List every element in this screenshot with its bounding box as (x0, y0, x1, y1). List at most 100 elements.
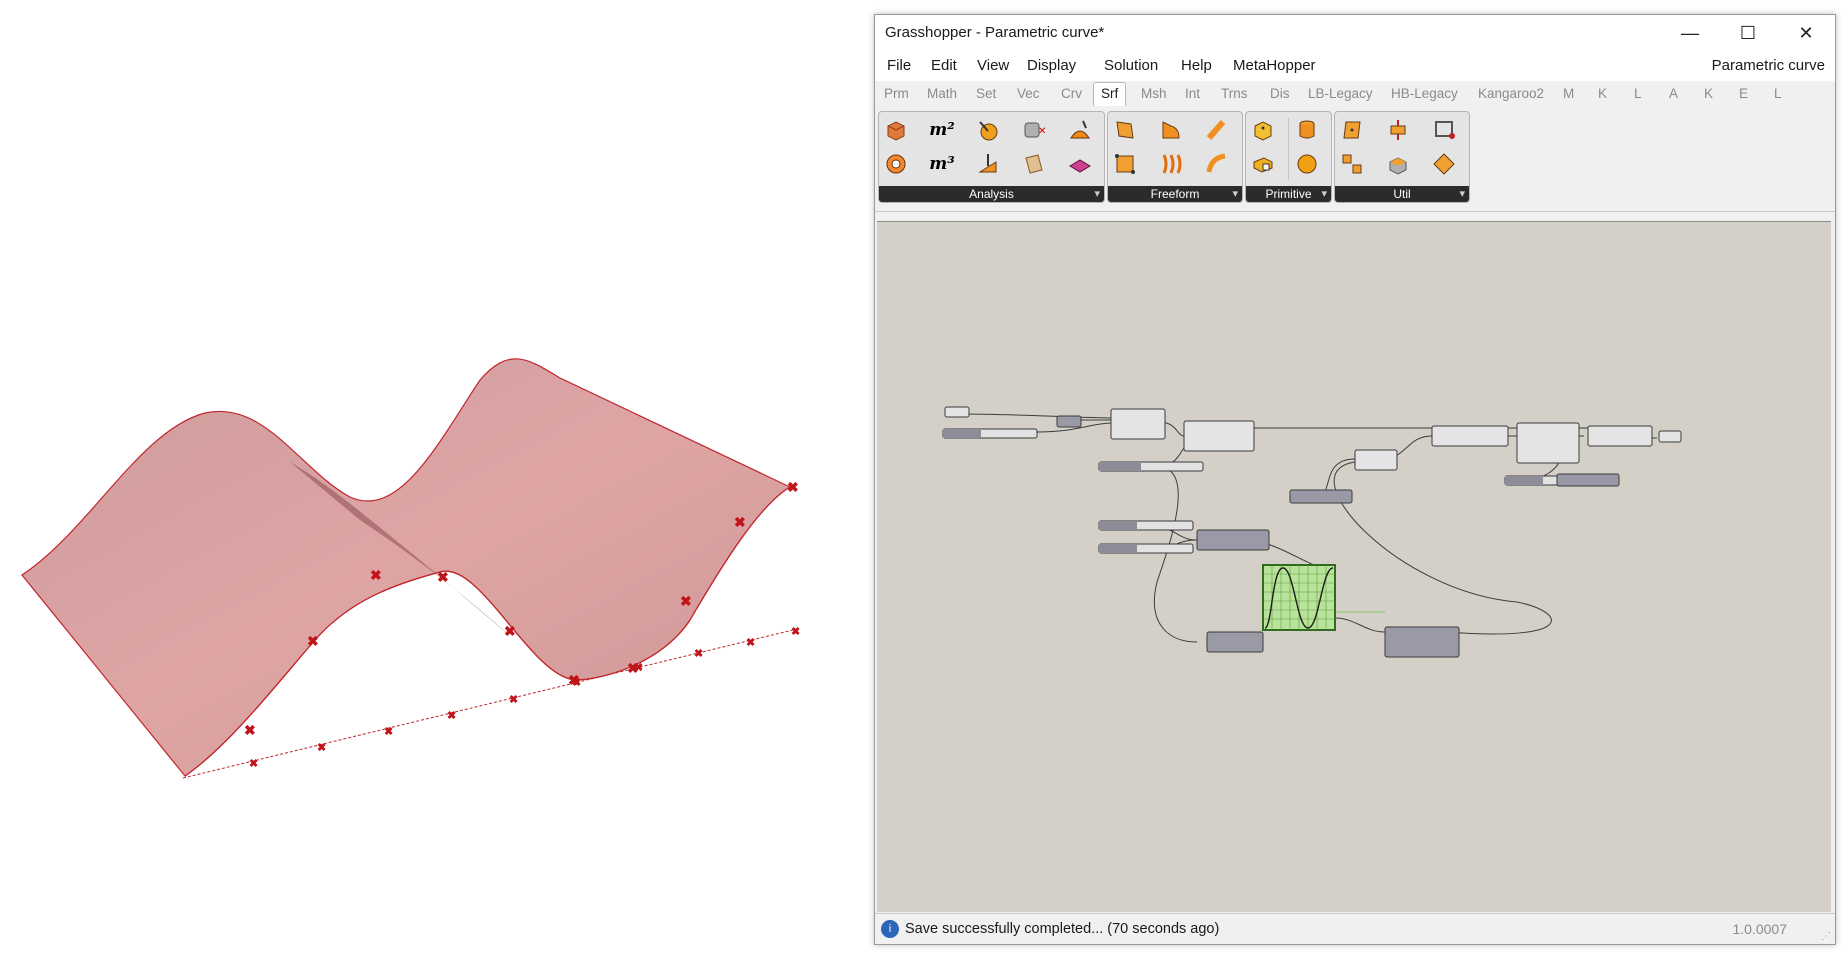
node-graph[interactable] (877, 222, 1831, 912)
box-analysis-icon[interactable] (881, 115, 911, 145)
cap-holes-icon[interactable] (1383, 149, 1413, 179)
surface-closest-point-icon[interactable] (1065, 115, 1095, 145)
number-slider-d-handle[interactable] (1099, 521, 1137, 530)
panel-small[interactable] (1056, 415, 1082, 428)
menu-solution[interactable]: Solution (1104, 57, 1158, 74)
evaluate-box-icon[interactable] (973, 115, 1003, 145)
point-marker-icon: ✖ (370, 567, 382, 583)
component-box-4[interactable] (1206, 631, 1264, 653)
resize-grip-icon[interactable]: ⋰ (1821, 931, 1831, 942)
component-box-1[interactable] (1110, 408, 1166, 440)
area-icon[interactable]: m² (927, 115, 957, 145)
component-box-7[interactable] (1431, 425, 1509, 447)
tab-kangaroo2[interactable]: Kangaroo2 (1478, 86, 1544, 101)
status-message: Save successfully completed... (70 secon… (905, 921, 1220, 937)
tab-dis[interactable]: Dis (1270, 86, 1290, 101)
wire (1153, 466, 1198, 643)
box-icon[interactable] (1248, 115, 1278, 145)
extrude-icon[interactable] (1156, 115, 1186, 145)
tab-m[interactable]: M (1563, 86, 1574, 101)
offset-surface-icon[interactable] (1383, 115, 1413, 145)
surface-frames-icon[interactable] (1337, 149, 1367, 179)
tab-msh[interactable]: Msh (1141, 86, 1167, 101)
tab-l2[interactable]: L (1774, 86, 1782, 101)
volume-icon[interactable]: m³ (927, 149, 957, 179)
loft-icon[interactable] (1156, 149, 1186, 179)
panel-primitive-expand-icon[interactable]: ▾ (1321, 187, 1327, 201)
tab-srf[interactable]: Srf (1093, 82, 1127, 106)
four-point-surface-icon[interactable] (1110, 115, 1140, 145)
rhino-viewport[interactable]: ✖ ✖ ✖ ✖ ✖ ✖ ✖ ✖ ✖ ✖ ✖ ✖ ✖ ✖ ✖ ✖ ✖ ✖ ✖ ✖ (0, 0, 870, 949)
surface-curvature-icon[interactable] (1065, 149, 1095, 179)
menu-bar: File Edit View Display Solution Help Met… (875, 51, 1835, 81)
component-box-6[interactable] (1354, 449, 1398, 471)
component-box-2[interactable] (1183, 420, 1255, 452)
retrim-icon[interactable] (1429, 115, 1459, 145)
tab-prm[interactable]: Prm (884, 86, 909, 101)
tab-k2[interactable]: K (1704, 86, 1713, 101)
tab-l[interactable]: L (1634, 86, 1642, 101)
tab-trns[interactable]: Trns (1221, 86, 1248, 101)
number-slider-f-handle[interactable] (1505, 476, 1543, 485)
cylinder-icon[interactable] (1292, 115, 1322, 145)
viewport-canvas[interactable]: ✖✖✖ ✖✖✖✖✖✖✖✖✖✖✖✖✖✖✖✖✖ (0, 0, 870, 949)
maximize-icon: ☐ (1739, 22, 1757, 43)
volume-analysis-icon[interactable] (881, 149, 911, 179)
tab-k[interactable]: K (1598, 86, 1607, 101)
grasshopper-canvas[interactable] (877, 221, 1831, 912)
surface-from-points-icon[interactable] (1110, 149, 1140, 179)
info-icon: i (881, 920, 899, 938)
panel-freeform-expand-icon[interactable]: ▾ (1232, 187, 1238, 201)
untrim-icon[interactable] (1429, 149, 1459, 179)
tab-hb-legacy[interactable]: HB-Legacy (1391, 86, 1458, 101)
bounding-box-icon[interactable] (1248, 149, 1278, 179)
number-slider-e-handle[interactable] (1099, 544, 1137, 553)
component-box-3[interactable] (1196, 529, 1270, 551)
menu-view[interactable]: View (977, 57, 1009, 74)
menu-metahopper[interactable]: MetaHopper (1233, 57, 1316, 74)
panel-util-expand-icon[interactable]: ▾ (1459, 187, 1465, 201)
close-button[interactable]: ✕ (1777, 15, 1835, 51)
component-box-5[interactable] (1289, 489, 1353, 504)
pipe-icon[interactable] (1202, 115, 1232, 145)
number-slider-b-handle[interactable] (943, 429, 981, 438)
title-bar[interactable]: Grasshopper - Parametric curve* — ☐ ✕ (875, 15, 1835, 51)
tab-math[interactable]: Math (927, 86, 957, 101)
tab-vec[interactable]: Vec (1017, 86, 1040, 101)
graph-mapper[interactable] (1262, 564, 1336, 631)
component-box-11[interactable] (1384, 626, 1460, 658)
component-box-8[interactable] (1516, 422, 1580, 464)
is-planar-icon[interactable]: ✕ (1019, 115, 1049, 145)
point-marker-icon: ✖ (746, 637, 755, 649)
panel-primitive-label: Primitive (1265, 187, 1312, 201)
sweep-icon[interactable] (1202, 149, 1232, 179)
evaluate-surface-icon[interactable] (973, 149, 1003, 179)
menu-file[interactable]: File (887, 57, 911, 74)
maximize-button[interactable]: ☐ (1719, 15, 1777, 51)
sphere-icon[interactable] (1292, 149, 1322, 179)
tab-lb-legacy[interactable]: LB-Legacy (1308, 86, 1373, 101)
divide-surface-icon[interactable] (1337, 115, 1367, 145)
menu-display[interactable]: Display (1027, 57, 1076, 74)
tab-e[interactable]: E (1739, 86, 1748, 101)
point-marker-icon: ✖ (244, 722, 256, 738)
component-box-10[interactable] (1556, 473, 1620, 487)
tab-set[interactable]: Set (976, 86, 996, 101)
point-marker-icon: ✖ (572, 677, 581, 689)
svg-text:✕: ✕ (1038, 126, 1046, 137)
surface-mesh[interactable] (21, 358, 792, 777)
grasshopper-window[interactable]: Grasshopper - Parametric curve* — ☐ ✕ Fi… (874, 14, 1836, 945)
tab-int[interactable]: Int (1185, 86, 1200, 101)
panel-analysis-expand-icon[interactable]: ▾ (1094, 187, 1100, 201)
component-box-9[interactable] (1587, 425, 1653, 447)
minimize-button[interactable]: — (1661, 15, 1719, 51)
window-title: Grasshopper - Parametric curve* (885, 24, 1105, 41)
tab-a[interactable]: A (1669, 86, 1678, 101)
brep-edges-icon[interactable] (1019, 149, 1049, 179)
menu-help[interactable]: Help (1181, 57, 1212, 74)
number-slider-c-handle[interactable] (1099, 462, 1141, 471)
menu-edit[interactable]: Edit (931, 57, 957, 74)
number-slider-a[interactable] (944, 406, 970, 418)
tab-crv[interactable]: Crv (1061, 86, 1082, 101)
output-param[interactable] (1658, 430, 1682, 443)
